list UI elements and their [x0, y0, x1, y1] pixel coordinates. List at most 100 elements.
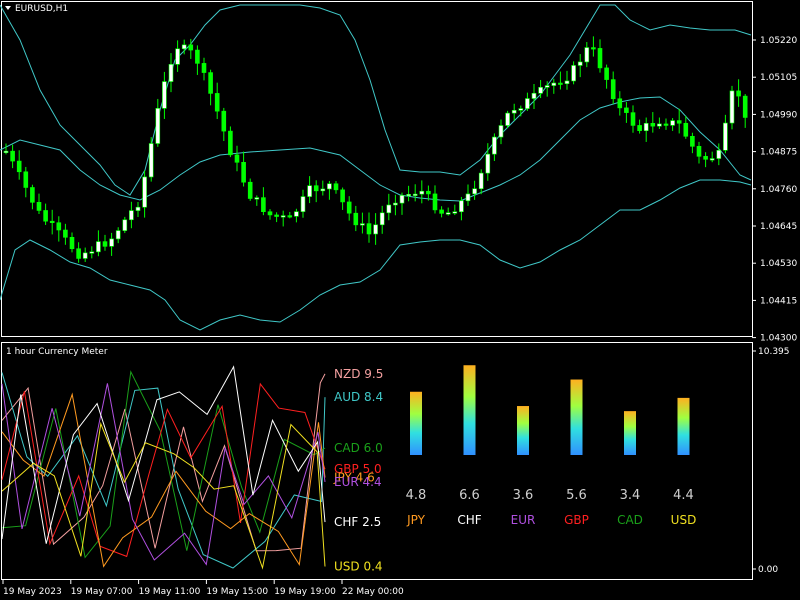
- candle-body: [445, 212, 451, 215]
- price-label: 1.04875: [760, 148, 797, 158]
- indicator-scale-label: 10.395: [758, 347, 790, 357]
- strength-bar-cad: [624, 411, 636, 455]
- candle-body: [571, 65, 576, 82]
- price-label: 1.05105: [760, 73, 797, 83]
- strength-currency-usd: USD: [671, 513, 697, 527]
- candle-body: [307, 185, 312, 197]
- candle-body: [492, 136, 497, 155]
- candle-body: [247, 181, 253, 199]
- candle-body: [505, 112, 510, 126]
- candle-body: [558, 82, 563, 85]
- candle-body: [181, 44, 187, 50]
- candle-body: [234, 154, 240, 163]
- candle-body: [43, 210, 48, 222]
- candle-body: [195, 49, 200, 64]
- candle-body: [313, 185, 319, 192]
- candle-body: [723, 122, 728, 151]
- candle-body: [459, 200, 464, 213]
- candle-body: [716, 150, 722, 159]
- candle-body: [472, 188, 477, 195]
- price-label: 1.04760: [760, 185, 797, 195]
- candle-body: [360, 223, 365, 226]
- strength-bar-usd: [677, 397, 690, 455]
- candle-body: [426, 190, 431, 195]
- strength-value-cad: 3.4: [620, 488, 641, 503]
- background: [0, 0, 800, 600]
- candle-body: [518, 108, 524, 111]
- candle-body: [135, 206, 141, 211]
- candle-body: [168, 64, 174, 82]
- candle-body: [657, 123, 662, 127]
- candle-body: [379, 212, 385, 226]
- candle-body: [327, 183, 332, 190]
- candle-body: [228, 130, 233, 156]
- candle-body: [353, 212, 359, 226]
- time-label: 19 May 15:00: [206, 587, 268, 597]
- candle-body: [531, 92, 537, 99]
- strength-value-gbp: 5.6: [566, 488, 587, 503]
- candle-body: [221, 110, 227, 132]
- candle-body: [267, 211, 273, 216]
- candle-body: [30, 187, 35, 203]
- symbol-timeframe-label: EURUSD,H1: [15, 4, 68, 14]
- candle-body: [373, 224, 378, 235]
- line-label-eur: EUR 4.4: [334, 475, 382, 489]
- candle-body: [162, 81, 167, 109]
- candle-body: [525, 98, 530, 109]
- candle-body: [498, 125, 504, 138]
- candle-body: [683, 122, 689, 137]
- candle-body: [386, 204, 392, 214]
- candle-body: [676, 120, 682, 124]
- candle-body: [736, 90, 741, 97]
- strength-bar-gbp: [570, 379, 583, 455]
- candle-body: [399, 195, 405, 204]
- line-label-chf: CHF 2.5: [334, 515, 381, 529]
- candle-body: [742, 95, 748, 118]
- strength-value-eur: 3.6: [513, 488, 534, 503]
- candle-body: [412, 193, 418, 196]
- strength-value-jpy: 4.8: [406, 488, 427, 503]
- strength-value-chf: 6.6: [459, 488, 480, 503]
- strength-bar-jpy: [410, 391, 422, 455]
- candle-body: [241, 161, 246, 183]
- candle-body: [201, 63, 207, 73]
- price-label: 1.04300: [760, 334, 797, 344]
- candle-body: [584, 47, 590, 63]
- candle-body: [82, 252, 88, 259]
- strength-bar-chf: [463, 365, 476, 455]
- strength-currency-jpy: JPY: [406, 513, 426, 527]
- line-label-cad: CAD 6.0: [334, 441, 383, 455]
- time-label: 22 May 00:00: [342, 587, 404, 597]
- candle-body: [16, 160, 22, 173]
- candle-body: [188, 44, 194, 51]
- candle-body: [56, 222, 62, 231]
- candle-body: [538, 87, 543, 94]
- candle-body: [485, 153, 491, 174]
- candle-body: [630, 112, 636, 126]
- time-label: 19 May 07:00: [71, 587, 133, 597]
- candle-body: [617, 98, 623, 109]
- candle-body: [3, 150, 9, 153]
- candle-body: [591, 47, 596, 50]
- candle-body: [300, 196, 306, 212]
- candle-body: [122, 219, 128, 231]
- candle-body: [333, 183, 339, 191]
- candle-body: [439, 209, 444, 214]
- candle-body: [340, 189, 345, 203]
- line-label-nzd: NZD 9.5: [334, 367, 383, 381]
- candle-body: [175, 48, 180, 65]
- time-label: 19 May 2023: [3, 587, 62, 597]
- candle-body: [129, 210, 134, 221]
- price-label: 1.04645: [760, 222, 797, 232]
- candle-body: [511, 110, 517, 114]
- line-label-aud: AUD 8.4: [334, 390, 383, 404]
- candle-body: [729, 90, 735, 124]
- strength-bar-eur: [517, 406, 529, 455]
- candle-body: [663, 123, 669, 126]
- candle-body: [109, 238, 114, 247]
- candle-body: [148, 143, 154, 178]
- time-label: 19 May 11:00: [139, 587, 201, 597]
- candle-body: [254, 197, 260, 200]
- candle-body: [597, 48, 603, 69]
- candle-body: [89, 251, 95, 254]
